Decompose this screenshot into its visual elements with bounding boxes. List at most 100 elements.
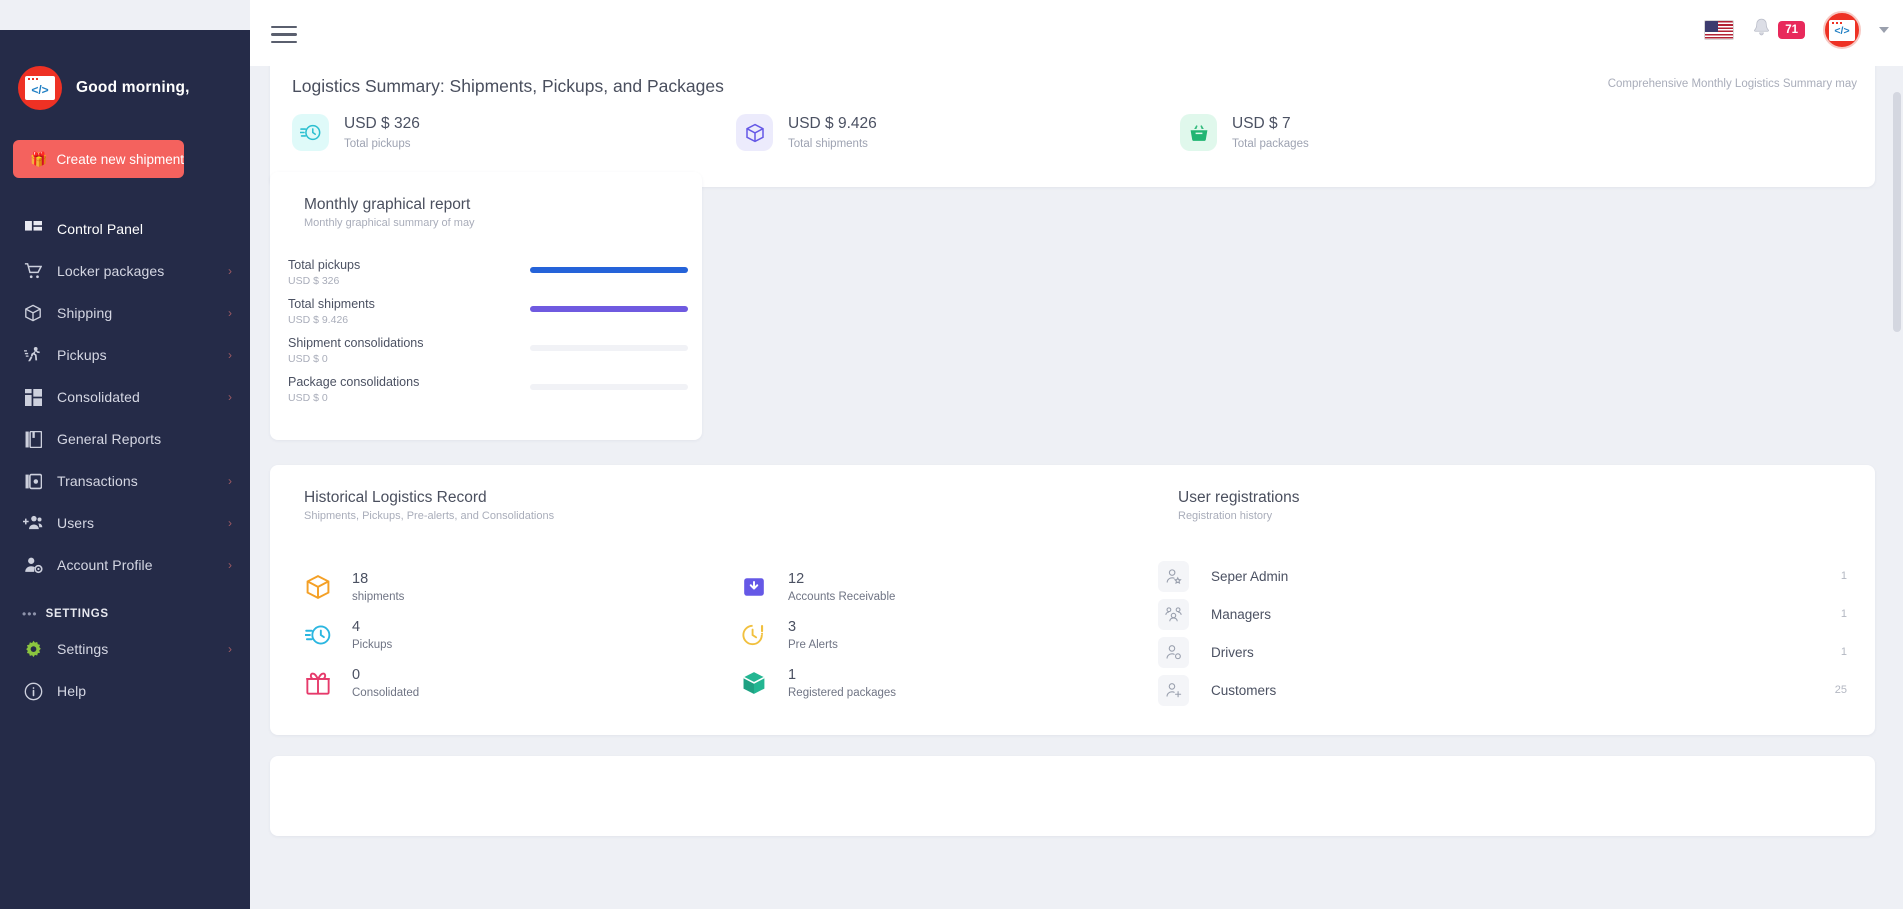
stat-label: Total shipments [788,138,868,150]
settings-section-title: SETTINGS [45,608,109,620]
notifications-button[interactable]: 71 [1752,18,1805,43]
summary-stats: USD $ 326 Total pickups USD $ 9.426 Tota… [270,114,1875,151]
sidebar-item-transactions[interactable]: Transactions › [0,460,250,502]
historical-column-one: 18 shipments 4 Pickups 0 Consolidated [302,563,419,707]
sidebar-item-label: Pickups [57,347,107,363]
info-circle-icon [22,680,44,702]
sidebar-item-label: Transactions [57,473,138,489]
metric-registered-packages: 1 Registered packages [738,659,896,707]
next-section-card [270,756,1875,836]
bar-row-total-pickups: Total pickups USD $ 326 [288,258,688,297]
user-role-count: 25 [1834,684,1847,696]
greeting-text: Good morning, [76,79,190,96]
sidebar-item-account-profile[interactable]: Account Profile › [0,544,250,586]
bar-row-shipment-consolidations: Shipment consolidations USD $ 0 [288,336,688,375]
sidebar-item-shipping[interactable]: Shipping › [0,292,250,334]
chevron-right-icon: › [228,264,232,278]
user-role-count: 1 [1840,646,1847,658]
bar-fill [530,267,688,273]
us-flag-icon[interactable] [1704,20,1735,40]
sidebar-item-settings[interactable]: Settings › [0,628,250,670]
package-3d-icon [738,667,770,699]
report-title: Monthly graphical report [304,196,471,213]
sidebar-item-general-reports[interactable]: General Reports [0,418,250,460]
code-window-icon: </> [18,66,62,110]
metric-number: 12 [788,571,805,587]
notification-count-badge: 71 [1778,20,1805,40]
settings-section-header: ••• SETTINGS [0,586,250,628]
historical-logistics-record-card: Historical Logistics Record Shipments, P… [270,465,1875,735]
inbox-down-icon [738,571,770,603]
metric-number: 4 [352,619,361,635]
clock-alert-icon [738,619,770,651]
metric-pre-alerts: 3 Pre Alerts [738,611,896,659]
create-new-shipment-label: Create new shipment [56,151,185,167]
stat-value: USD $ 326 [344,115,420,132]
chevron-down-icon[interactable] [1879,27,1889,33]
sidebar-item-control-panel[interactable]: Control Panel [0,208,250,250]
vertical-scrollbar[interactable] [1891,66,1903,909]
metric-accounts-receivable: 12 Accounts Receivable [738,563,896,611]
topbar-actions: 71 </> [1704,11,1889,49]
bar-value: USD $ 0 [288,392,328,404]
list-item[interactable]: Drivers 1 [1158,633,1847,671]
metric-label: Accounts Receivable [788,591,896,603]
stat-label: Total packages [1232,138,1309,150]
stat-label: Total pickups [344,138,411,150]
scrollbar-thumb[interactable] [1893,92,1901,332]
report-bars: Total pickups USD $ 326 Total shipments … [288,258,688,414]
gear-icon [22,638,44,660]
sidebar-item-label: Control Panel [57,221,144,237]
sidebar-item-pickups[interactable]: Pickups › [0,334,250,376]
sidebar-item-label: Shipping [57,305,113,321]
user-role-count: 1 [1840,608,1847,620]
bar-track [530,267,688,273]
hamburger-menu-icon[interactable] [271,26,297,44]
user-role-count: 1 [1840,570,1847,582]
list-item[interactable]: Customers 25 [1158,671,1847,709]
page-subtitle: Comprehensive Monthly Logistics Summary … [1607,78,1857,90]
basket-icon [1180,114,1217,151]
historical-column-two: 12 Accounts Receivable 3 Pre Alerts 1 Re… [738,563,896,707]
sidebar-nav: Control Panel Locker packages › Shipping… [0,208,250,712]
user-circle-icon [1158,636,1189,668]
metric-label: Pre Alerts [788,639,838,651]
notification-bell-icon [1752,18,1771,43]
sidebar-item-label: Settings [57,641,109,657]
page-title: Logistics Summary: Shipments, Pickups, a… [292,76,724,96]
sidebar-item-label: Users [57,515,95,531]
stat-total-packages: USD $ 7 Total packages [1158,114,1602,151]
sidebar-item-locker-packages[interactable]: Locker packages › [0,250,250,292]
user-registrations-subtitle: Registration history [1178,510,1273,522]
topbar: 71 </> [250,0,1903,66]
bar-row-package-consolidations: Package consolidations USD $ 0 [288,375,688,414]
create-new-shipment-button[interactable]: 🎁 Create new shipment [13,140,185,178]
chevron-right-icon: › [228,348,232,362]
chevron-right-icon: › [228,642,232,656]
sidebar-item-users[interactable]: Users › [0,502,250,544]
metric-number: 1 [788,667,797,683]
logistics-summary-card: Logistics Summary: Shipments, Pickups, a… [270,66,1875,187]
bar-value: USD $ 9.426 [288,314,349,326]
user-registrations-title: User registrations [1178,489,1300,506]
users-group-icon [1158,598,1189,630]
list-item[interactable]: Managers 1 [1158,595,1847,633]
bar-value: USD $ 0 [288,353,328,365]
user-role-name: Seper Admin [1211,568,1289,584]
package-box-icon [736,114,773,151]
chevron-right-icon: › [228,558,232,572]
metric-label: Consolidated [352,687,420,699]
add-users-icon [22,512,44,534]
chevron-right-icon: › [228,390,232,404]
avatar[interactable]: </> [1823,11,1861,49]
stat-total-shipments: USD $ 9.426 Total shipments [714,114,1158,151]
bar-fill [530,306,688,312]
wallet-icon [22,470,44,492]
clock-speed-icon [292,114,329,151]
running-person-icon [22,344,44,366]
sidebar-item-help[interactable]: Help [0,670,250,712]
sidebar-item-consolidated[interactable]: Consolidated › [0,376,250,418]
list-item[interactable]: Seper Admin 1 [1158,557,1847,595]
chevron-right-icon: › [228,516,232,530]
metric-consolidated: 0 Consolidated [302,659,419,707]
